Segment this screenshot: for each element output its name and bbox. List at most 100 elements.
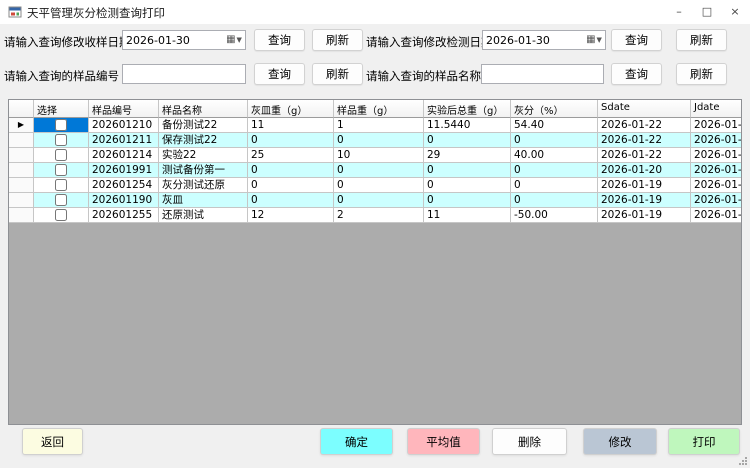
cell[interactable]: 保存测试22 — [159, 133, 248, 148]
calendar-dropdown-icon[interactable]: ▦▼ — [583, 31, 605, 49]
cell[interactable]: 0 — [334, 133, 424, 148]
cell[interactable]: 备份测试22 — [159, 118, 248, 133]
cell[interactable]: 2026-01-19 — [598, 208, 691, 223]
cell[interactable]: 0 — [248, 163, 334, 178]
cell[interactable]: 0 — [334, 178, 424, 193]
refresh-test-date-button[interactable]: 刷新 — [676, 29, 727, 51]
cell[interactable]: 0 — [248, 193, 334, 208]
cell[interactable]: 2026-01-19 — [691, 193, 742, 208]
receive-date-input[interactable] — [123, 34, 223, 47]
column-header-8[interactable]: Sdate — [598, 100, 691, 118]
cell[interactable]: 202601991 — [89, 163, 159, 178]
cell[interactable]: 40.00 — [511, 148, 598, 163]
cell[interactable]: 2 — [334, 208, 424, 223]
column-header-9[interactable]: Jdate — [691, 100, 742, 118]
resize-grip-icon[interactable] — [738, 456, 748, 466]
row-header[interactable] — [9, 208, 34, 223]
cell[interactable]: 2026-01-22 — [598, 148, 691, 163]
cell[interactable]: 2026-01-22 — [691, 148, 742, 163]
cell[interactable]: 0 — [511, 178, 598, 193]
test-date-picker[interactable]: ▦▼ — [482, 30, 606, 50]
cell[interactable]: 11 — [248, 118, 334, 133]
cell[interactable]: 29 — [424, 148, 511, 163]
row-header[interactable] — [9, 163, 34, 178]
row-checkbox[interactable] — [55, 149, 67, 161]
column-header-2[interactable]: 样品编号 — [89, 100, 159, 118]
cell[interactable]: 2026-01-19 — [691, 208, 742, 223]
cell[interactable]: 11 — [424, 208, 511, 223]
row-select-checkbox-cell[interactable] — [34, 148, 89, 163]
cell[interactable]: 0 — [424, 178, 511, 193]
row-header[interactable] — [9, 133, 34, 148]
maximize-icon[interactable]: □ — [692, 0, 722, 24]
cell[interactable]: 还原测试 — [159, 208, 248, 223]
cell[interactable]: 0 — [511, 193, 598, 208]
cell[interactable]: 0 — [334, 193, 424, 208]
cell[interactable]: 灰分测试还原 — [159, 178, 248, 193]
cell[interactable]: 2026-01-22 — [598, 118, 691, 133]
cell[interactable]: 2026-01-22 — [691, 118, 742, 133]
row-select-checkbox-cell[interactable] — [34, 133, 89, 148]
cell[interactable]: 0 — [511, 163, 598, 178]
column-header-6[interactable]: 实验后总重（g） — [424, 100, 511, 118]
cell[interactable]: 0 — [424, 163, 511, 178]
cell[interactable]: 0 — [424, 133, 511, 148]
row-header[interactable] — [9, 193, 34, 208]
cell[interactable]: 灰皿 — [159, 193, 248, 208]
row-checkbox[interactable] — [55, 164, 67, 176]
query-test-date-button[interactable]: 查询 — [611, 29, 662, 51]
column-header-1[interactable]: 选择 — [34, 100, 89, 118]
cell[interactable]: 2026-01-19 — [598, 193, 691, 208]
cell[interactable]: 202601255 — [89, 208, 159, 223]
current-row-indicator[interactable]: ▶ — [9, 118, 34, 133]
row-select-checkbox-cell[interactable] — [34, 208, 89, 223]
sample-name-input[interactable] — [481, 64, 604, 84]
grid-corner-header[interactable] — [9, 100, 34, 118]
cell[interactable]: 202601214 — [89, 148, 159, 163]
cell[interactable]: 0 — [424, 193, 511, 208]
column-header-7[interactable]: 灰分（%） — [511, 100, 598, 118]
row-checkbox[interactable] — [55, 179, 67, 191]
cell[interactable]: 202601254 — [89, 178, 159, 193]
print-button[interactable]: 打印 — [668, 428, 740, 455]
row-select-checkbox-cell[interactable] — [34, 118, 89, 133]
row-select-checkbox-cell[interactable] — [34, 163, 89, 178]
cell[interactable]: 202601190 — [89, 193, 159, 208]
back-button[interactable]: 返回 — [22, 428, 83, 455]
row-header[interactable] — [9, 148, 34, 163]
query-sample-number-button[interactable]: 查询 — [254, 63, 305, 85]
test-date-input[interactable] — [483, 34, 583, 47]
cell[interactable]: 2026-01-19 — [598, 178, 691, 193]
cell[interactable]: 2026-01-20 — [691, 163, 742, 178]
row-select-checkbox-cell[interactable] — [34, 193, 89, 208]
cell[interactable]: 2026-01-20 — [598, 163, 691, 178]
cell[interactable]: 0 — [248, 178, 334, 193]
row-header[interactable] — [9, 178, 34, 193]
row-select-checkbox-cell[interactable] — [34, 178, 89, 193]
delete-button[interactable]: 删除 — [492, 428, 567, 455]
column-header-3[interactable]: 样品名称 — [159, 100, 248, 118]
row-checkbox[interactable] — [55, 194, 67, 206]
cell[interactable]: 测试备份第一 — [159, 163, 248, 178]
modify-button[interactable]: 修改 — [583, 428, 657, 455]
average-button[interactable]: 平均值 — [407, 428, 480, 455]
minimize-icon[interactable]: – — [664, 0, 694, 24]
cell[interactable]: 1 — [334, 118, 424, 133]
column-header-5[interactable]: 样品重（g） — [334, 100, 424, 118]
calendar-dropdown-icon[interactable]: ▦▼ — [223, 31, 245, 49]
cell[interactable]: 12 — [248, 208, 334, 223]
row-checkbox[interactable] — [55, 134, 67, 146]
cell[interactable]: 0 — [334, 163, 424, 178]
cell[interactable]: 2026-01-22 — [598, 133, 691, 148]
query-receive-date-button[interactable]: 查询 — [254, 29, 305, 51]
cell[interactable]: 202601210 — [89, 118, 159, 133]
cell[interactable]: 25 — [248, 148, 334, 163]
cell[interactable]: 11.5440 — [424, 118, 511, 133]
refresh-sample-number-button[interactable]: 刷新 — [312, 63, 363, 85]
receive-date-picker[interactable]: ▦▼ — [122, 30, 246, 50]
cell[interactable]: 0 — [248, 133, 334, 148]
close-icon[interactable]: × — [720, 0, 750, 24]
row-checkbox[interactable] — [55, 209, 67, 221]
query-sample-name-button[interactable]: 查询 — [611, 63, 662, 85]
sample-number-input[interactable] — [122, 64, 246, 84]
